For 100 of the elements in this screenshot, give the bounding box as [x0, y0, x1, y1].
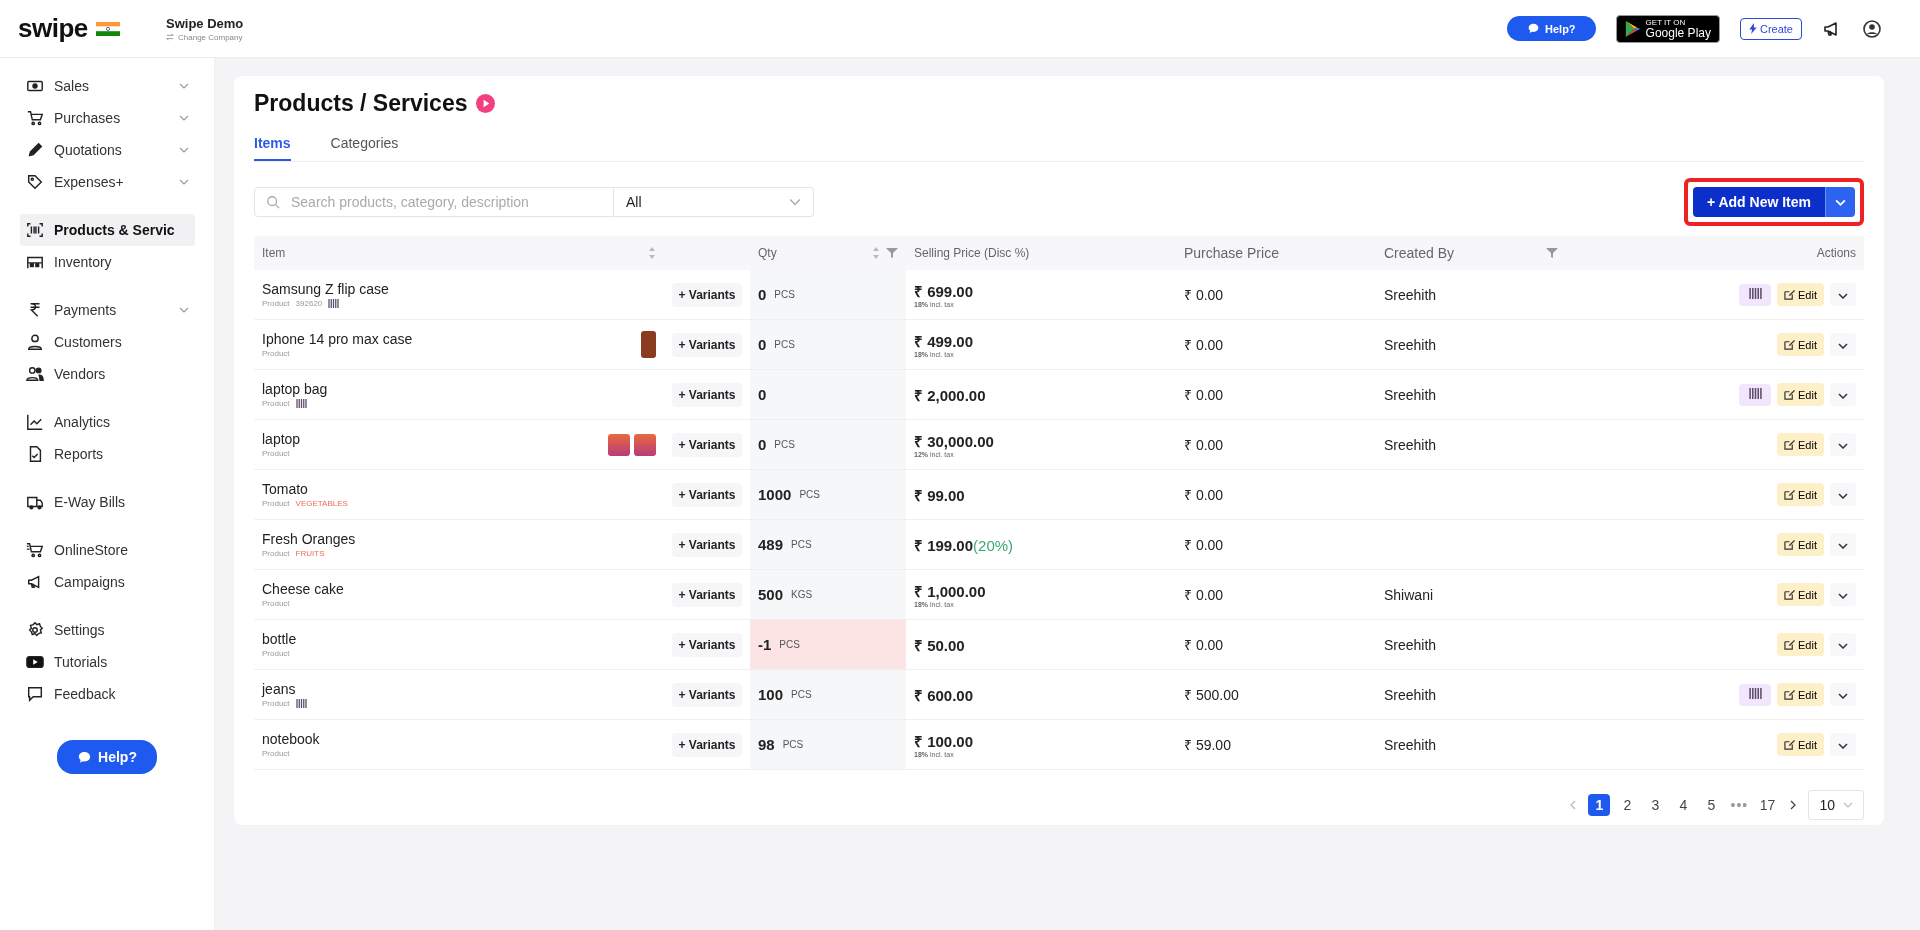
quantity-cell: -1 PCS — [750, 620, 906, 669]
item-name[interactable]: jeans — [262, 681, 307, 697]
barcode-button[interactable] — [1739, 383, 1772, 406]
tab[interactable]: Items — [254, 133, 291, 161]
sort-icon[interactable] — [648, 246, 656, 260]
google-play-badge[interactable]: GET IT ON Google Play — [1615, 14, 1720, 43]
change-company-link[interactable]: Change Company — [178, 32, 243, 42]
item-name[interactable]: Fresh Oranges — [262, 531, 356, 547]
page-button[interactable]: 1 — [1588, 794, 1611, 816]
edit-button[interactable]: Edit — [1777, 333, 1824, 356]
account-icon[interactable] — [1862, 18, 1882, 39]
item-name[interactable]: laptop bag — [262, 381, 328, 397]
edit-button[interactable]: Edit — [1777, 483, 1824, 506]
quantity-cell: 0 PCS — [750, 270, 906, 319]
variants-button[interactable]: + Variants — [672, 632, 742, 657]
item-name[interactable]: Tomato — [262, 481, 348, 497]
create-button[interactable]: Create — [1739, 17, 1802, 40]
item-type: Product — [262, 349, 290, 358]
sidebar-item[interactable]: Reports — [20, 438, 195, 470]
chat-icon — [1527, 22, 1541, 35]
page-button[interactable]: 4 — [1672, 794, 1695, 816]
barcode-button[interactable] — [1739, 683, 1772, 706]
item-type: Product — [262, 449, 290, 458]
expand-button[interactable] — [1830, 283, 1856, 306]
item-name[interactable]: Cheese cake — [262, 581, 344, 597]
created-by: Shiwani — [1384, 586, 1434, 603]
edit-button[interactable]: Edit — [1777, 633, 1824, 656]
sidebar-item[interactable]: E-Way Bills — [20, 486, 195, 518]
edit-button[interactable]: Edit — [1777, 283, 1824, 306]
help-button[interactable]: Help? — [57, 740, 157, 774]
quantity-cell: 98 PCS — [750, 720, 906, 769]
quantity-cell: 100 PCS — [750, 670, 906, 719]
sidebar-item[interactable]: Campaigns — [20, 566, 195, 598]
selling-price: ₹ 1,000.00 — [914, 582, 986, 601]
expand-button[interactable] — [1830, 633, 1856, 656]
help-button[interactable]: Help? — [1507, 16, 1596, 41]
sidebar-item[interactable]: Expenses+ — [20, 166, 195, 198]
sidebar-item[interactable]: Customers — [20, 326, 195, 358]
edit-button[interactable]: Edit — [1777, 433, 1824, 456]
edit-button[interactable]: Edit — [1777, 583, 1824, 606]
expand-button[interactable] — [1830, 533, 1856, 556]
item-name[interactable]: notebook — [262, 731, 320, 747]
sidebar-item[interactable]: Settings — [20, 614, 195, 646]
variants-button[interactable]: + Variants — [672, 332, 742, 357]
sidebar-item[interactable]: OnlineStore — [20, 534, 195, 566]
column-header: Created By — [1384, 245, 1455, 261]
edit-button[interactable]: Edit — [1777, 533, 1824, 556]
play-icon[interactable] — [475, 94, 495, 113]
expand-button[interactable] — [1830, 383, 1856, 406]
item-name[interactable]: bottle — [262, 631, 297, 647]
barcode-button[interactable] — [1739, 283, 1772, 306]
variants-button[interactable]: + Variants — [672, 532, 742, 557]
item-name[interactable]: Samsung Z flip case — [262, 281, 389, 297]
sidebar-item[interactable]: Inventory — [20, 246, 195, 278]
edit-button[interactable]: Edit — [1777, 733, 1824, 756]
variants-button[interactable]: + Variants — [672, 482, 742, 507]
variants-button[interactable]: + Variants — [672, 682, 742, 707]
tab[interactable]: Categories — [330, 133, 399, 161]
barcode-icon — [26, 221, 44, 239]
edit-button[interactable]: Edit — [1777, 683, 1824, 706]
expand-button[interactable] — [1830, 483, 1856, 506]
variants-button[interactable]: + Variants — [672, 732, 742, 757]
sidebar-item[interactable]: Feedback — [20, 678, 195, 710]
page-button[interactable]: 3 — [1644, 794, 1667, 816]
sort-icon[interactable] — [872, 246, 880, 260]
sidebar-item[interactable]: Analytics — [20, 406, 195, 438]
dropdown-button[interactable] — [1825, 187, 1855, 217]
add-new-item-button[interactable]: + Add New Item — [1692, 187, 1825, 217]
sidebar-item[interactable]: Products & Servic — [20, 214, 195, 246]
chat-icon — [77, 749, 93, 765]
quantity-cell: 0 PCS — [750, 420, 906, 469]
item-name[interactable]: Iphone 14 pro max case — [262, 331, 413, 347]
variants-button[interactable]: + Variants — [672, 282, 742, 307]
photo-placeholder — [608, 433, 630, 456]
page-button[interactable]: 5 — [1700, 794, 1723, 816]
filter-icon[interactable] — [886, 247, 898, 259]
expand-button[interactable] — [1830, 733, 1856, 756]
sidebar-item[interactable]: Tutorials — [20, 646, 195, 678]
sidebar-item[interactable]: Payments — [20, 294, 195, 326]
chevron-icon — [1838, 443, 1848, 449]
expand-button[interactable] — [1830, 433, 1856, 456]
page-size-dropdown[interactable]: 10 — [1808, 790, 1864, 820]
expand-button[interactable] — [1830, 683, 1856, 706]
sidebar-item[interactable]: Quotations — [20, 134, 195, 166]
variants-button[interactable]: + Variants — [672, 382, 742, 407]
filter-icon[interactable] — [1546, 247, 1558, 259]
app-logo: swipe — [18, 13, 88, 44]
page-button[interactable]: 17 — [1756, 794, 1779, 816]
sidebar-item[interactable]: Vendors — [20, 358, 195, 390]
variants-button[interactable]: + Variants — [672, 582, 742, 607]
category-dropdown[interactable]: All — [614, 187, 814, 217]
expand-button[interactable] — [1830, 583, 1856, 606]
expand-button[interactable] — [1830, 333, 1856, 356]
variants-button[interactable]: + Variants — [672, 432, 742, 457]
sidebar-item[interactable]: Purchases — [20, 102, 195, 134]
item-name[interactable]: laptop — [262, 431, 301, 447]
search-field[interactable]: Search products, category, description — [254, 187, 614, 217]
page-button[interactable]: 2 — [1616, 794, 1639, 816]
sidebar-item[interactable]: Sales — [20, 70, 195, 102]
edit-button[interactable]: Edit — [1777, 383, 1824, 406]
